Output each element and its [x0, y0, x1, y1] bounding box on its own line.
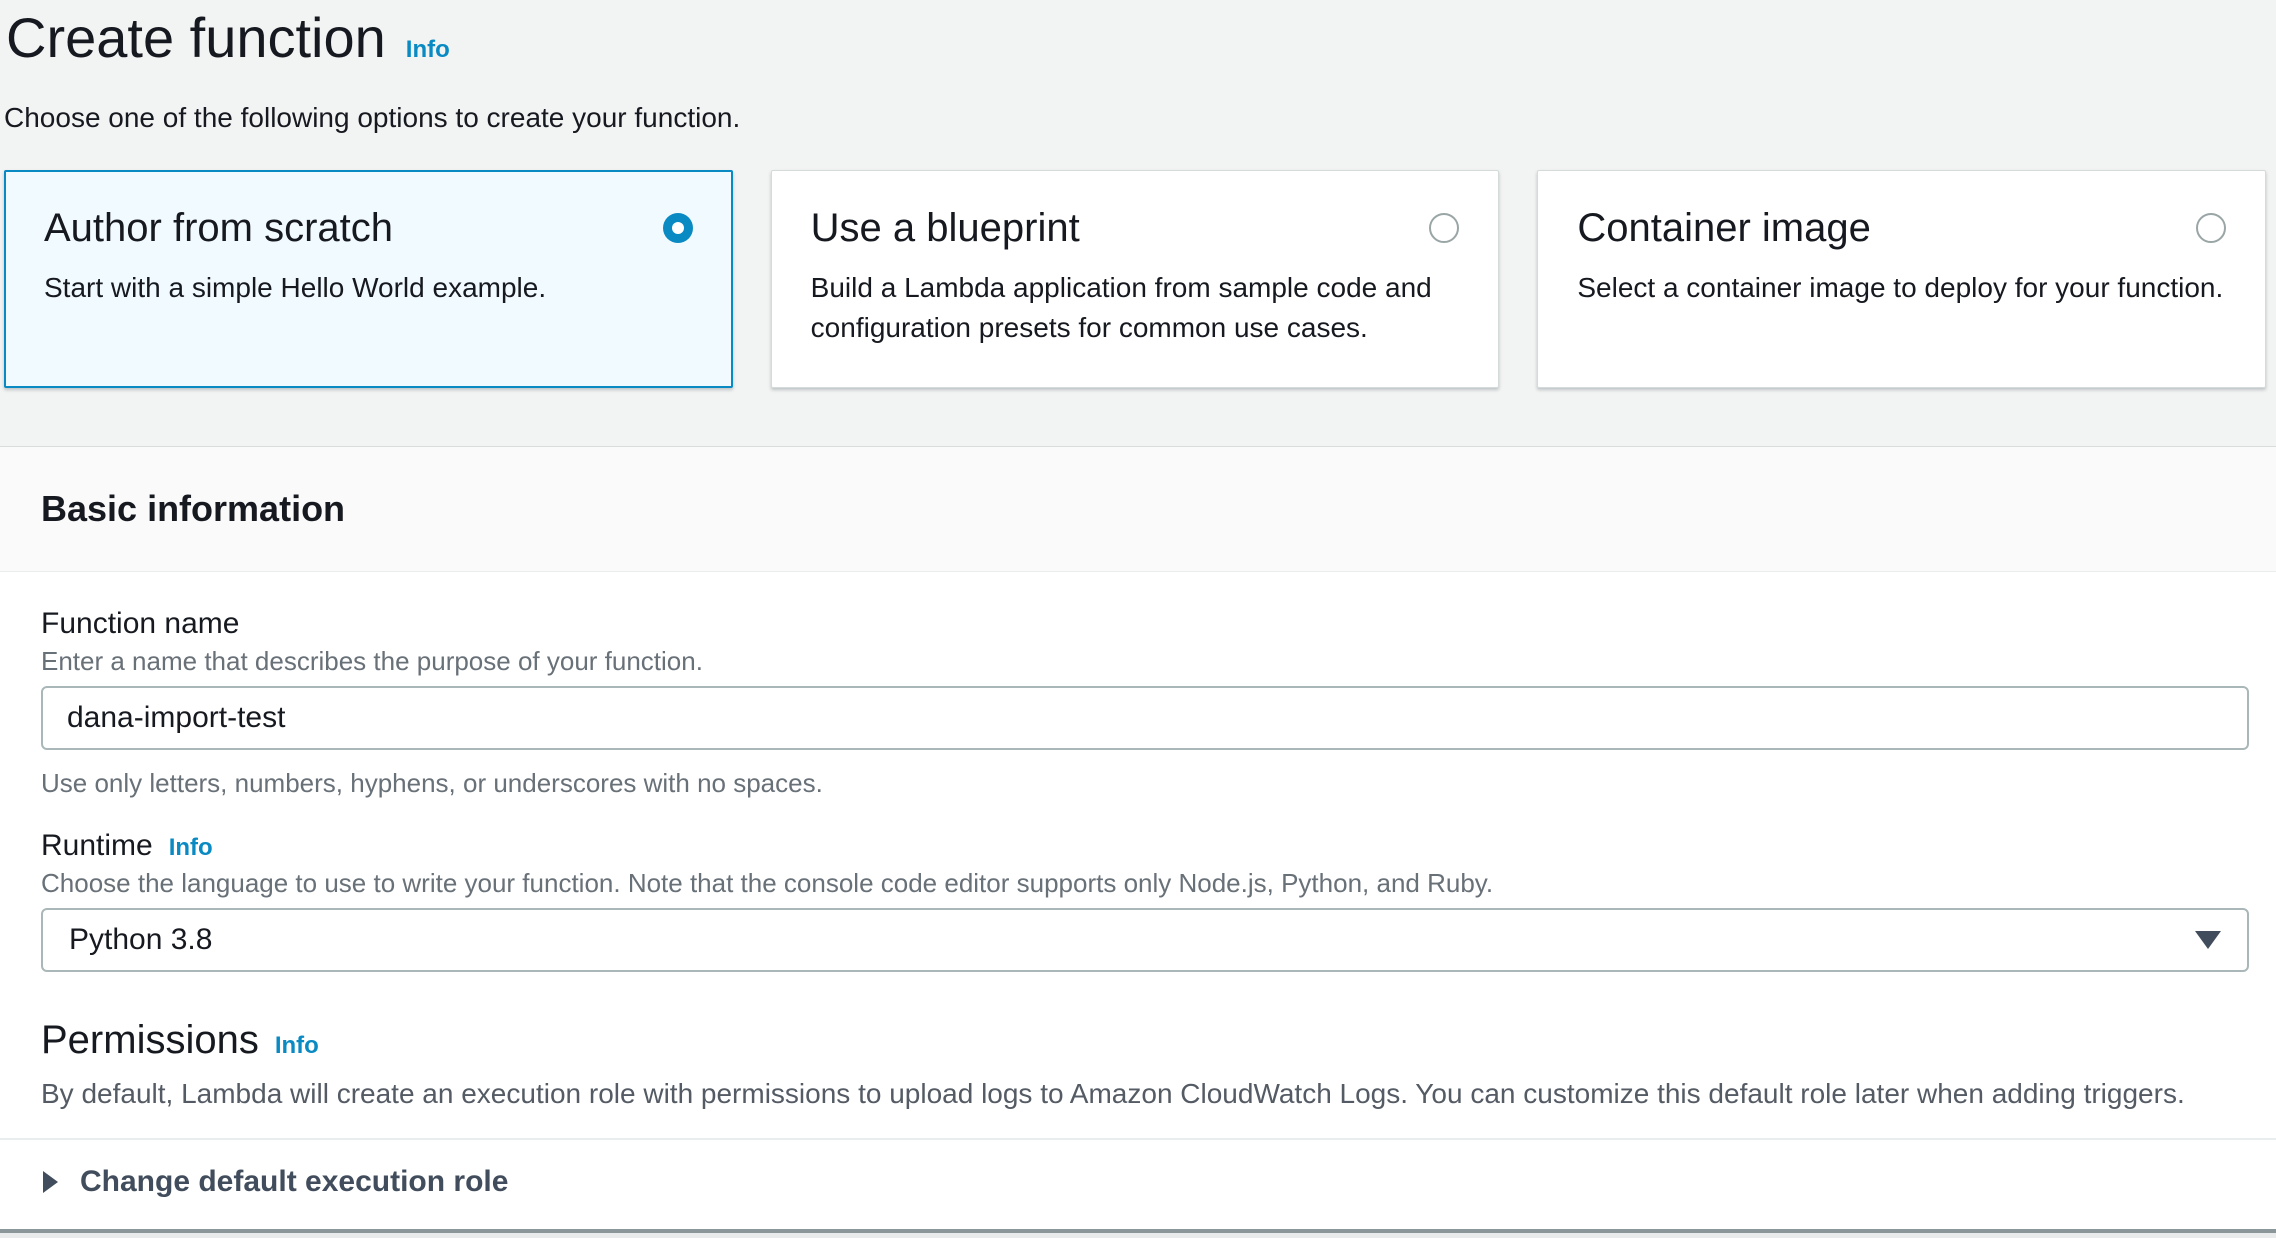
basic-information-heading: Basic information — [41, 488, 345, 530]
runtime-selected-value: Python 3.8 — [69, 923, 212, 957]
runtime-hint: Choose the language to use to write your… — [41, 866, 2249, 900]
card-container-image[interactable]: Container image Select a container image… — [1537, 170, 2266, 388]
function-name-label: Function name — [41, 606, 2249, 642]
page-title-info-link[interactable]: Info — [406, 36, 450, 64]
create-function-header-section: Create function Info Choose one of the f… — [0, 0, 2276, 446]
caret-right-icon — [43, 1171, 58, 1193]
creation-option-cards: Author from scratch Start with a simple … — [4, 170, 2266, 388]
card-description: Select a container image to deploy for y… — [1577, 268, 2226, 308]
permissions-description: By default, Lambda will create an execut… — [41, 1076, 2249, 1112]
radio-author-from-scratch[interactable] — [663, 213, 693, 243]
bottom-gray-strip — [0, 1233, 2276, 1238]
card-header: Author from scratch — [44, 204, 693, 252]
runtime-label-row: Runtime Info — [41, 828, 2249, 864]
runtime-info-link[interactable]: Info — [169, 834, 213, 862]
basic-information-section-header: Basic information — [0, 446, 2276, 572]
card-use-a-blueprint[interactable]: Use a blueprint Build a Lambda applicati… — [771, 170, 1500, 388]
card-title: Use a blueprint — [811, 204, 1080, 252]
card-header: Use a blueprint — [811, 204, 1460, 252]
function-name-hint: Enter a name that describes the purpose … — [41, 644, 2249, 678]
runtime-field: Runtime Info Choose the language to use … — [41, 828, 2249, 972]
radio-use-a-blueprint[interactable] — [1429, 213, 1459, 243]
card-title: Container image — [1577, 204, 1871, 252]
card-description: Build a Lambda application from sample c… — [811, 268, 1460, 348]
caret-down-icon — [2195, 931, 2221, 949]
change-default-execution-role-expander[interactable]: Change default execution role — [41, 1140, 2249, 1218]
page-subtitle: Choose one of the following options to c… — [4, 100, 2266, 136]
permissions-section: Permissions Info By default, Lambda will… — [41, 1016, 2249, 1112]
permissions-heading: Permissions — [41, 1016, 259, 1064]
card-description: Start with a simple Hello World example. — [44, 268, 693, 308]
function-name-input[interactable] — [41, 686, 2249, 750]
radio-container-image[interactable] — [2196, 213, 2226, 243]
function-name-constraint: Use only letters, numbers, hyphens, or u… — [41, 766, 2249, 800]
runtime-select[interactable]: Python 3.8 — [41, 908, 2249, 972]
permissions-info-link[interactable]: Info — [275, 1032, 319, 1060]
permissions-heading-row: Permissions Info — [41, 1016, 2249, 1064]
runtime-label: Runtime — [41, 828, 153, 864]
basic-information-form: Function name Enter a name that describe… — [0, 572, 2276, 1218]
card-title: Author from scratch — [44, 204, 393, 252]
page-title: Create function — [6, 6, 386, 70]
expander-label: Change default execution role — [80, 1164, 508, 1200]
page-title-row: Create function Info — [4, 6, 2266, 70]
card-author-from-scratch[interactable]: Author from scratch Start with a simple … — [4, 170, 733, 388]
card-header: Container image — [1577, 204, 2226, 252]
